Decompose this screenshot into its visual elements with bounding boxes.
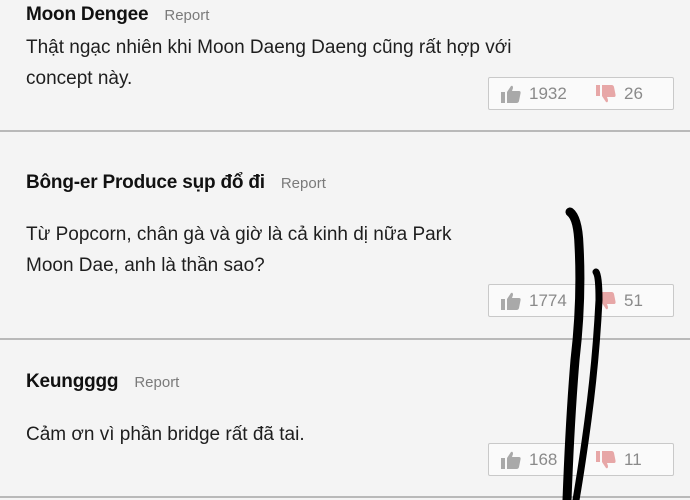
comment-item: Bông-er Produce sụp đổ đi Report Từ Popc…	[0, 132, 690, 338]
comment-divider	[0, 496, 690, 498]
comment-author[interactable]: Keungggg	[26, 371, 119, 393]
comment-text: Cảm ơn vì phần bridge rất đã tai.	[26, 424, 305, 445]
report-link[interactable]: Report	[281, 175, 326, 192]
comment-header: Moon Dengee Report	[26, 4, 209, 26]
like-count: 1774	[529, 290, 567, 310]
like-button[interactable]: 1932	[489, 78, 584, 109]
thumbs-down-icon	[596, 84, 616, 103]
dislike-count: 26	[624, 83, 643, 103]
comment-header: Bông-er Produce sụp đổ đi Report	[26, 172, 326, 194]
thumbs-up-icon	[501, 292, 521, 310]
vote-box: 168 11	[488, 443, 674, 476]
dislike-button[interactable]: 26	[584, 78, 643, 109]
thumbs-up-icon	[501, 451, 521, 469]
report-link[interactable]: Report	[134, 374, 179, 391]
dislike-count: 51	[624, 290, 643, 310]
like-button[interactable]: 1774	[489, 285, 584, 316]
comment-text: Thật ngạc nhiên khi Moon Daeng Daeng cũn…	[26, 37, 512, 89]
comment-author[interactable]: Bông-er Produce sụp đổ đi	[26, 172, 265, 194]
vote-box: 1774 51	[488, 284, 674, 317]
like-count: 168	[529, 449, 558, 469]
thumbs-up-icon	[501, 85, 521, 103]
comment-header: Keungggg Report	[26, 371, 179, 393]
vote-box: 1932 26	[488, 77, 674, 110]
comment-item: Moon Dengee Report Thật ngạc nhiên khi M…	[0, 0, 690, 130]
like-count: 1932	[529, 83, 567, 103]
report-link[interactable]: Report	[164, 7, 209, 24]
thumbs-down-icon	[596, 450, 616, 469]
like-button[interactable]: 168	[489, 444, 584, 475]
dislike-button[interactable]: 11	[584, 444, 642, 475]
comment-item: Keungggg Report Cảm ơn vì phần bridge rấ…	[0, 340, 690, 500]
comment-text: Từ Popcorn, chân gà và giờ là cả kinh dị…	[26, 224, 452, 276]
comment-author[interactable]: Moon Dengee	[26, 4, 149, 26]
comment-list: Moon Dengee Report Thật ngạc nhiên khi M…	[0, 0, 690, 500]
thumbs-down-icon	[596, 291, 616, 310]
dislike-button[interactable]: 51	[584, 285, 643, 316]
dislike-count: 11	[624, 449, 642, 469]
